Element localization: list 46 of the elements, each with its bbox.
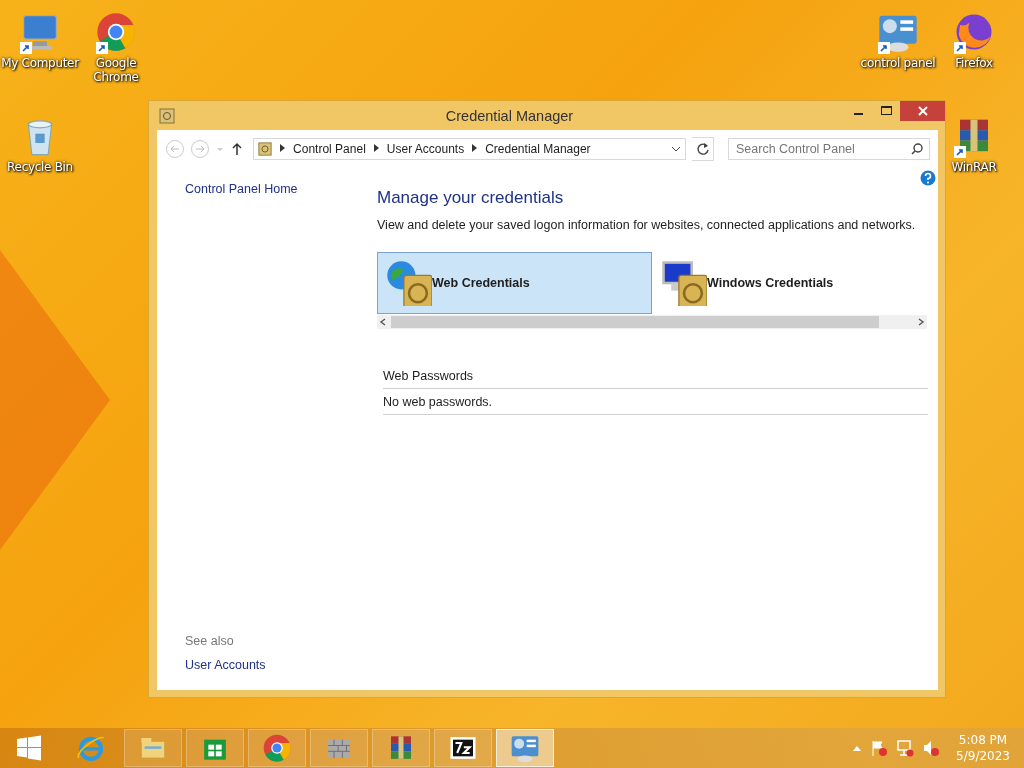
close-button[interactable] <box>900 101 945 121</box>
shortcut-arrow-icon <box>96 42 108 54</box>
close-icon <box>917 106 928 116</box>
chevron-icon <box>373 144 379 152</box>
maximize-icon <box>880 106 892 116</box>
horizontal-scrollbar[interactable] <box>377 315 927 329</box>
breadcrumb[interactable]: Control Panel <box>293 142 366 156</box>
show-hidden-icons-button[interactable] <box>852 744 863 752</box>
chevron-icon <box>280 144 286 152</box>
shortcut-arrow-icon <box>20 42 32 54</box>
see-also-heading: See also <box>185 634 235 648</box>
breadcrumb[interactable]: User Accounts <box>386 142 465 156</box>
breadcrumb[interactable]: Credential Manager <box>485 142 591 156</box>
shortcut-arrow-icon <box>954 42 966 54</box>
monitor-safe-icon <box>661 260 707 306</box>
section-heading: Web Passwords <box>383 369 474 383</box>
refresh-button[interactable] <box>691 137 714 161</box>
page-description: View and delete your saved logon information for websites, connected applications and networks. <box>377 218 917 232</box>
window-title: Credential Manager <box>444 107 575 124</box>
see-also-link[interactable]: User Accounts <box>185 658 266 672</box>
speaker-muted-icon[interactable] <box>922 739 941 757</box>
credential-tab[interactable]: Windows Credentials <box>652 252 927 314</box>
chevron-icon <box>472 144 478 152</box>
search-icon <box>911 143 923 155</box>
shortcut-arrow-icon <box>954 146 966 158</box>
control-panel-home-link[interactable]: Control Panel Home <box>185 182 377 196</box>
app-icon <box>159 107 175 124</box>
globe-safe-icon <box>386 260 432 306</box>
browser-icon <box>262 733 292 763</box>
shortcut-arrow-icon <box>878 42 890 54</box>
minimize-icon <box>853 113 863 115</box>
search-field[interactable]: Search Control Panel <box>728 138 930 160</box>
help-icon[interactable] <box>920 170 936 186</box>
page-heading: Manage your credentials <box>377 188 565 208</box>
taskbar-button[interactable] <box>434 729 492 767</box>
clock-date: 5/9/2023 <box>956 748 1010 764</box>
credential-tab[interactable]: Web Credentials <box>377 252 652 314</box>
browser-icon <box>95 11 137 53</box>
clock-time: 5:08 PM <box>958 732 1008 748</box>
control-panel-icon <box>510 733 540 763</box>
empty-message: No web passwords. <box>383 395 493 409</box>
flag-alert-icon[interactable] <box>870 739 889 757</box>
address-bar[interactable]: Control Panel User Accounts Credential Manager <box>253 138 686 160</box>
network-alert-icon[interactable] <box>896 739 915 757</box>
windows-logo-icon <box>16 735 42 761</box>
control-panel-icon <box>258 142 273 156</box>
